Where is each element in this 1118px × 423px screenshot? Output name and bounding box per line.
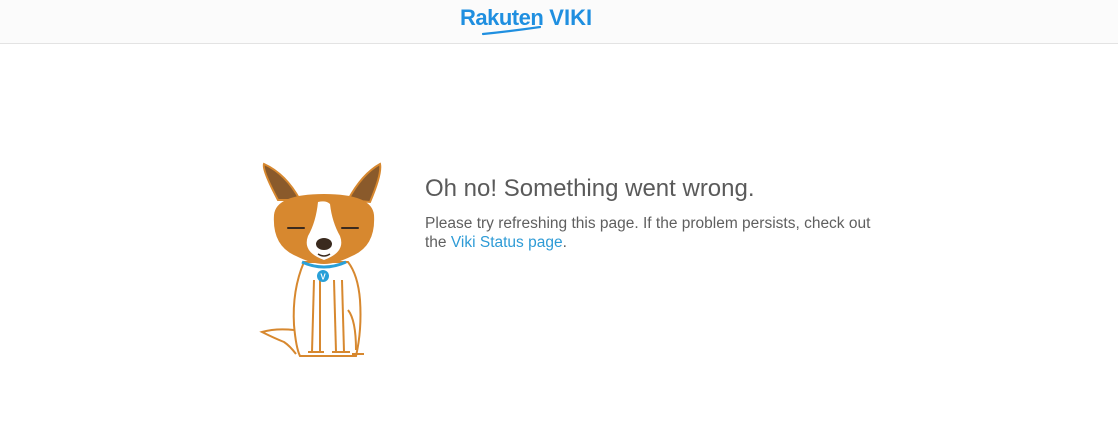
error-description: Please try refreshing this page. If the … <box>425 214 875 252</box>
logo-swoosh-icon <box>482 26 542 36</box>
dog-illustration: V <box>259 162 382 357</box>
rakuten-viki-logo[interactable]: Rakuten VIKI <box>460 4 592 38</box>
logo-product-text: VIKI <box>549 5 593 30</box>
error-description-suffix: . <box>562 234 567 251</box>
error-title: Oh no! Something went wrong. <box>425 175 755 202</box>
svg-text:V: V <box>320 273 326 282</box>
viki-status-link[interactable]: Viki Status page <box>451 234 563 251</box>
top-header: Rakuten VIKI <box>0 0 1118 44</box>
error-message: Oh no! Something went wrong. Please try … <box>425 172 875 252</box>
